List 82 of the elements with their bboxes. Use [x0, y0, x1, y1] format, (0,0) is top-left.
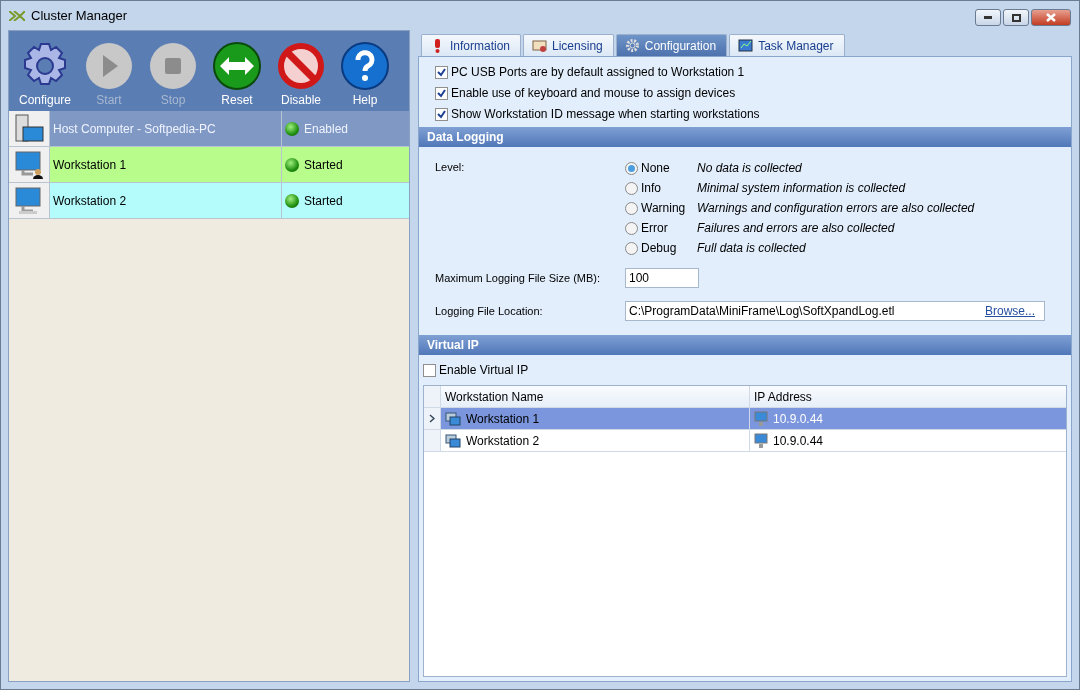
section-header: Virtual IP — [419, 335, 1071, 355]
certificate-icon — [532, 38, 548, 53]
level-description: Warnings and configuration errors are also collected — [697, 201, 975, 215]
monitor-user-icon — [13, 148, 45, 181]
radio-label: Warning — [641, 201, 687, 215]
workstation-icon — [445, 411, 461, 426]
table-cell: Workstation 1 — [466, 411, 540, 426]
status-dot — [285, 121, 299, 136]
prohibited-icon — [276, 41, 326, 91]
checkbox[interactable] — [435, 107, 448, 121]
station-name-cell[interactable]: Workstation 1 — [50, 147, 282, 182]
toolbar-button[interactable]: Disable — [269, 41, 333, 107]
help-icon — [340, 41, 390, 91]
network-computer-icon — [754, 410, 770, 427]
section-header: Data Logging — [419, 127, 1071, 147]
level-description: Minimal system information is collected — [697, 181, 906, 195]
tab[interactable]: Information — [421, 34, 522, 56]
tab[interactable]: Licensing — [523, 34, 614, 56]
stop-icon — [148, 41, 198, 91]
play-icon — [84, 41, 134, 91]
table-cell: 10.9.0.44 — [773, 411, 824, 426]
checkbox[interactable] — [435, 65, 448, 79]
toolbar-button[interactable]: Help — [333, 41, 397, 107]
status-text: Started — [304, 157, 343, 172]
checkbox-label: Enable Virtual IP — [439, 363, 529, 377]
checkbox-label: PC USB Ports are by default assigned to Workstation 1 — [451, 65, 745, 79]
radio-button[interactable] — [625, 161, 638, 175]
close-button[interactable] — [1031, 9, 1071, 26]
minimize-icon — [984, 16, 992, 19]
checkbox-label: Enable use of keyboard and mouse to assign devices — [451, 86, 736, 100]
row-pointer-icon — [429, 414, 435, 423]
field-label: Level: — [435, 161, 466, 175]
tab[interactable]: Task Manager — [729, 34, 845, 56]
computer-icon — [13, 112, 45, 145]
location-field[interactable]: C:\ProgramData\MiniFrame\Log\SoftXpandLog.etl Browse... — [625, 301, 1045, 321]
maximize-icon — [1011, 13, 1021, 22]
status-dot — [285, 157, 299, 172]
toolbar-button[interactable]: Configure — [13, 41, 77, 107]
task-manager-icon — [738, 38, 754, 53]
field-label: Logging File Location: — [435, 305, 544, 317]
radio-button[interactable] — [625, 201, 638, 215]
level-description: No data is collected — [697, 161, 802, 175]
gear-icon — [624, 38, 640, 53]
status-dot — [285, 193, 299, 208]
checkmark-icon — [437, 67, 446, 77]
radio-label: None — [641, 161, 671, 175]
location-path: C:\ProgramData\MiniFrame\Log\SoftXpandLog.etl — [629, 304, 895, 318]
table-cell: 10.9.0.44 — [773, 433, 824, 448]
tab[interactable]: Configuration — [615, 34, 728, 56]
table-row[interactable]: Workstation 2 10.9.0.44 — [424, 430, 1066, 452]
close-icon — [1046, 13, 1056, 22]
window-title: Cluster Manager — [31, 8, 128, 23]
radio-label: Info — [641, 181, 662, 195]
maximize-button[interactable] — [1003, 9, 1029, 26]
status-text: Started — [304, 193, 343, 208]
station-name-cell[interactable]: Workstation 2 — [50, 183, 282, 218]
radio-button[interactable] — [625, 181, 638, 195]
status-text: Enabled — [304, 121, 349, 136]
column-header[interactable]: IP Address — [750, 386, 1066, 407]
radio-label: Debug — [641, 241, 678, 255]
size-input-field[interactable]: 100 — [625, 268, 699, 288]
level-description: Failures and errors are also collected — [697, 221, 895, 235]
network-computer-icon — [754, 432, 770, 449]
checkmark-icon — [437, 88, 446, 98]
checkbox-label: Show Workstation ID message when starting workstations — [451, 107, 760, 121]
column-header[interactable]: Workstation Name — [441, 386, 750, 407]
table-row[interactable]: Workstation 1 10.9.0.44 — [424, 408, 1066, 430]
table-cell: Workstation 2 — [466, 433, 540, 448]
toolbar-button[interactable]: Reset — [205, 41, 269, 107]
app-logo-icon — [9, 10, 25, 21]
workstation-icon — [445, 433, 461, 448]
checkmark-icon — [437, 109, 446, 119]
level-description: Full data is collected — [697, 241, 806, 255]
field-label: Maximum Logging File Size (MB): — [435, 272, 602, 284]
checkbox[interactable] — [423, 363, 436, 377]
radio-button[interactable] — [625, 221, 638, 235]
checkbox[interactable] — [435, 86, 448, 100]
radio-label: Error — [641, 221, 669, 235]
browse-link[interactable]: Browse... — [985, 304, 1035, 318]
row-indicator-cell — [424, 430, 441, 451]
radio-button[interactable] — [625, 241, 638, 255]
minimize-button[interactable] — [975, 9, 1001, 26]
